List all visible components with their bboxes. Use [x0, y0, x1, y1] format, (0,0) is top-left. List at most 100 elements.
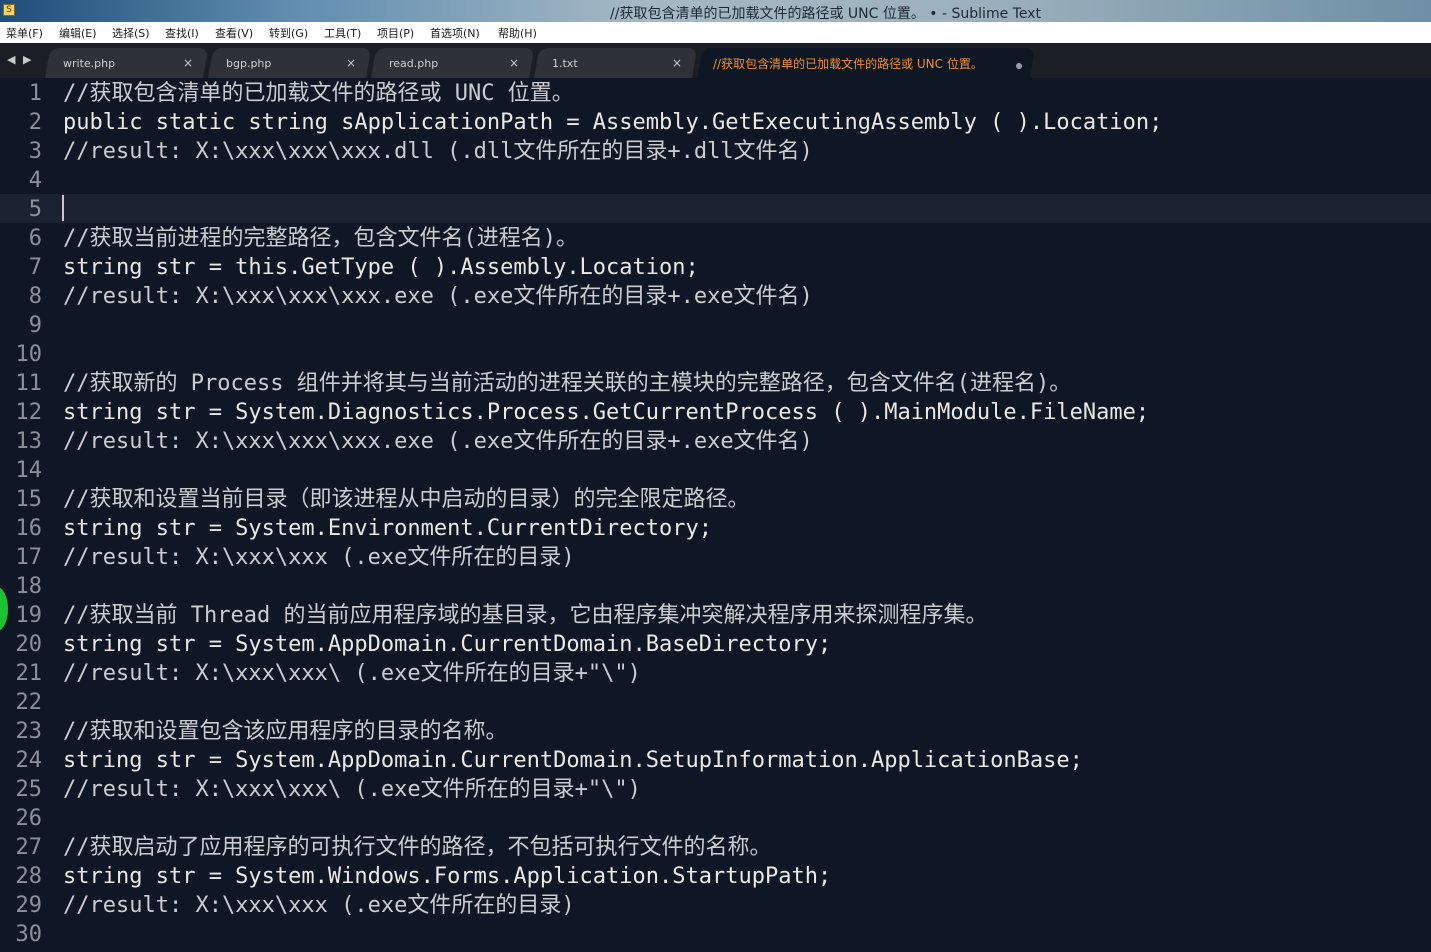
- code-text: string str = System.Windows.Forms.Applic…: [63, 864, 832, 889]
- code-editor[interactable]: 1 //获取包含清单的已加载文件的路径或 UNC 位置。 2 public stati…: [0, 78, 1431, 952]
- tab-bgp-php[interactable]: bgp.php ×: [208, 48, 372, 78]
- code-text: //result: X:\xxx\xxx\xxx.exe (.exe文件所在的目…: [63, 284, 813, 309]
- line-number: 3: [28, 139, 42, 164]
- window-title: //获取包含清单的已加载文件的路径或 UNC 位置。 • - Sublime T…: [610, 6, 1041, 22]
- code-text: //获取当前 Thread 的当前应用程序域的基目录，它由程序集冲突解决程序用来…: [63, 603, 988, 628]
- code-line[interactable]: 13 //result: X:\xxx\xxx\xxx.exe (.exe文件所在…: [0, 427, 1431, 456]
- code-line[interactable]: 29 //result: X:\xxx\xxx (.exe文件所在的目录): [0, 891, 1431, 920]
- menu-selection[interactable]: 选择(S): [112, 25, 150, 41]
- code-text: //result: X:\xxx\xxx\xxx.exe (.exe文件所在的目…: [63, 429, 813, 454]
- menu-find[interactable]: 查找(I): [165, 25, 199, 41]
- close-icon[interactable]: ×: [509, 56, 519, 70]
- tab-label: //获取包含清单的已加载文件的路径或 UNC 位置。: [713, 57, 983, 71]
- code-line[interactable]: 1 //获取包含清单的已加载文件的路径或 UNC 位置。: [0, 79, 1431, 108]
- code-line[interactable]: 8 //result: X:\xxx\xxx\xxx.exe (.exe文件所在的…: [0, 282, 1431, 311]
- code-text: //result: X:\xxx\xxx (.exe文件所在的目录): [63, 545, 575, 570]
- triangle-right-icon[interactable]: ▶: [23, 53, 31, 66]
- tab-write-php[interactable]: write.php ×: [45, 48, 209, 78]
- code-text: //获取启动了应用程序的可执行文件的路径，不包括可执行文件的名称。: [63, 835, 772, 860]
- code-line[interactable]: 28 string str = System.Windows.Forms.Appl…: [0, 862, 1431, 891]
- line-number: 4: [28, 168, 42, 193]
- line-number: 14: [15, 458, 43, 483]
- tab-label: write.php: [63, 57, 116, 70]
- code-line[interactable]: 30: [0, 920, 1431, 949]
- title-bar: S //获取包含清单的已加载文件的路径或 UNC 位置。 • - Sublime…: [0, 0, 1431, 22]
- code-line[interactable]: 7 string str = this.GetType ( ).Assembly.…: [0, 253, 1431, 282]
- menu-tools[interactable]: 工具(T): [324, 25, 361, 41]
- line-number: 17: [15, 545, 43, 570]
- line-number: 18: [15, 574, 43, 599]
- code-text: //获取当前进程的完整路径，包含文件名(进程名)。: [63, 226, 578, 251]
- code-line[interactable]: 16 string str = System.Environment.Curren…: [0, 514, 1431, 543]
- code-line[interactable]: 23 //获取和设置包含该应用程序的目录的名称。: [0, 717, 1431, 746]
- close-icon[interactable]: ×: [183, 56, 193, 70]
- code-text: //获取包含清单的已加载文件的路径或 UNC 位置。: [63, 81, 574, 106]
- code-line[interactable]: 15 //获取和设置当前目录（即该进程从中启动的目录）的完全限定路径。: [0, 485, 1431, 514]
- line-number: 23: [15, 719, 43, 744]
- close-icon[interactable]: ×: [346, 56, 356, 70]
- tab-read-php[interactable]: read.php ×: [371, 48, 535, 78]
- close-icon[interactable]: ×: [672, 56, 682, 70]
- menu-help[interactable]: 帮助(H): [498, 25, 537, 41]
- line-number: 22: [15, 690, 43, 715]
- code-line[interactable]: 18: [0, 572, 1431, 601]
- menu-project[interactable]: 项目(P): [377, 25, 414, 41]
- menu-file[interactable]: 菜单(F): [6, 25, 43, 41]
- code-line[interactable]: 25 //result: X:\xxx\xxx\ (.exe文件所在的目录+"\"…: [0, 775, 1431, 804]
- tab-bar: ◀ ▶ write.php × bgp.php × read.php × 1.t…: [0, 43, 1431, 78]
- line-number: 8: [28, 284, 42, 309]
- tab-1-txt[interactable]: 1.txt ×: [534, 48, 698, 78]
- line-number: 7: [28, 255, 42, 280]
- menu-view[interactable]: 查看(V): [215, 25, 253, 41]
- line-number: 13: [15, 429, 43, 454]
- code-line[interactable]: 6 //获取当前进程的完整路径，包含文件名(进程名)。: [0, 224, 1431, 253]
- tab-label: read.php: [389, 57, 439, 70]
- code-line[interactable]: 14: [0, 456, 1431, 485]
- code-line[interactable]: 11 //获取新的 Process 组件并将其与当前活动的进程关联的主模块的完整路…: [0, 369, 1431, 398]
- code-line[interactable]: 3 //result: X:\xxx\xxx\xxx.dll (.dll文件所在的…: [0, 137, 1431, 166]
- triangle-left-icon[interactable]: ◀: [7, 53, 15, 66]
- line-number: 27: [15, 835, 43, 860]
- line-number: 25: [15, 777, 43, 802]
- line-number: 11: [15, 371, 43, 396]
- code-line[interactable]: 12 string str = System.Diagnostics.Proces…: [0, 398, 1431, 427]
- tab-active-document[interactable]: //获取包含清单的已加载文件的路径或 UNC 位置。: [697, 48, 1036, 78]
- code-line[interactable]: 24 string str = System.AppDomain.CurrentD…: [0, 746, 1431, 775]
- code-line[interactable]: 21 //result: X:\xxx\xxx\ (.exe文件所在的目录+"\"…: [0, 659, 1431, 688]
- code-line[interactable]: 22: [0, 688, 1431, 717]
- code-text: //result: X:\xxx\xxx (.exe文件所在的目录): [63, 893, 575, 918]
- code-line[interactable]: 27 //获取启动了应用程序的可执行文件的路径，不包括可执行文件的名称。: [0, 833, 1431, 862]
- code-text: //result: X:\xxx\xxx\ (.exe文件所在的目录+"\"): [63, 661, 641, 686]
- code-text: string str = System.Diagnostics.Process.…: [63, 400, 1150, 425]
- code-line[interactable]: 17 //result: X:\xxx\xxx (.exe文件所在的目录): [0, 543, 1431, 572]
- line-number: 15: [15, 487, 43, 512]
- unsaved-dot-icon[interactable]: [1016, 63, 1022, 69]
- line-number: 19: [15, 603, 43, 628]
- menu-goto[interactable]: 转到(G): [269, 25, 308, 41]
- code-text: //result: X:\xxx\xxx\xxx.dll (.dll文件所在的目…: [63, 139, 813, 164]
- code-line[interactable]: 10: [0, 340, 1431, 369]
- menu-bar: 菜单(F) 编辑(E) 选择(S) 查找(I) 查看(V) 转到(G) 工具(T…: [0, 22, 1431, 44]
- line-number: 9: [28, 313, 42, 338]
- line-number: 6: [28, 226, 42, 251]
- code-text: //获取和设置当前目录（即该进程从中启动的目录）的完全限定路径。: [63, 487, 750, 512]
- code-text: public static string sApplicationPath = …: [63, 110, 1163, 135]
- menu-edit[interactable]: 编辑(E): [59, 25, 97, 41]
- code-line[interactable]: 19 //获取当前 Thread 的当前应用程序域的基目录，它由程序集冲突解决程序…: [0, 601, 1431, 630]
- code-text: //result: X:\xxx\xxx\ (.exe文件所在的目录+"\"): [63, 777, 641, 802]
- tab-label: bgp.php: [226, 57, 272, 70]
- code-line[interactable]: 5: [0, 195, 1431, 224]
- code-line[interactable]: 2 public static string sApplicationPath =…: [0, 108, 1431, 137]
- line-number: 2: [28, 110, 42, 135]
- line-number: 16: [15, 516, 43, 541]
- line-number: 30: [15, 922, 43, 947]
- line-number: 12: [15, 400, 43, 425]
- code-line[interactable]: 9: [0, 311, 1431, 340]
- code-line[interactable]: 26: [0, 804, 1431, 833]
- code-text: string str = System.AppDomain.CurrentDom…: [63, 632, 832, 657]
- code-line[interactable]: 4: [0, 166, 1431, 195]
- line-number: 29: [15, 893, 43, 918]
- menu-preferences[interactable]: 首选项(N): [430, 25, 480, 41]
- line-number: 26: [15, 806, 43, 831]
- code-line[interactable]: 20 string str = System.AppDomain.CurrentD…: [0, 630, 1431, 659]
